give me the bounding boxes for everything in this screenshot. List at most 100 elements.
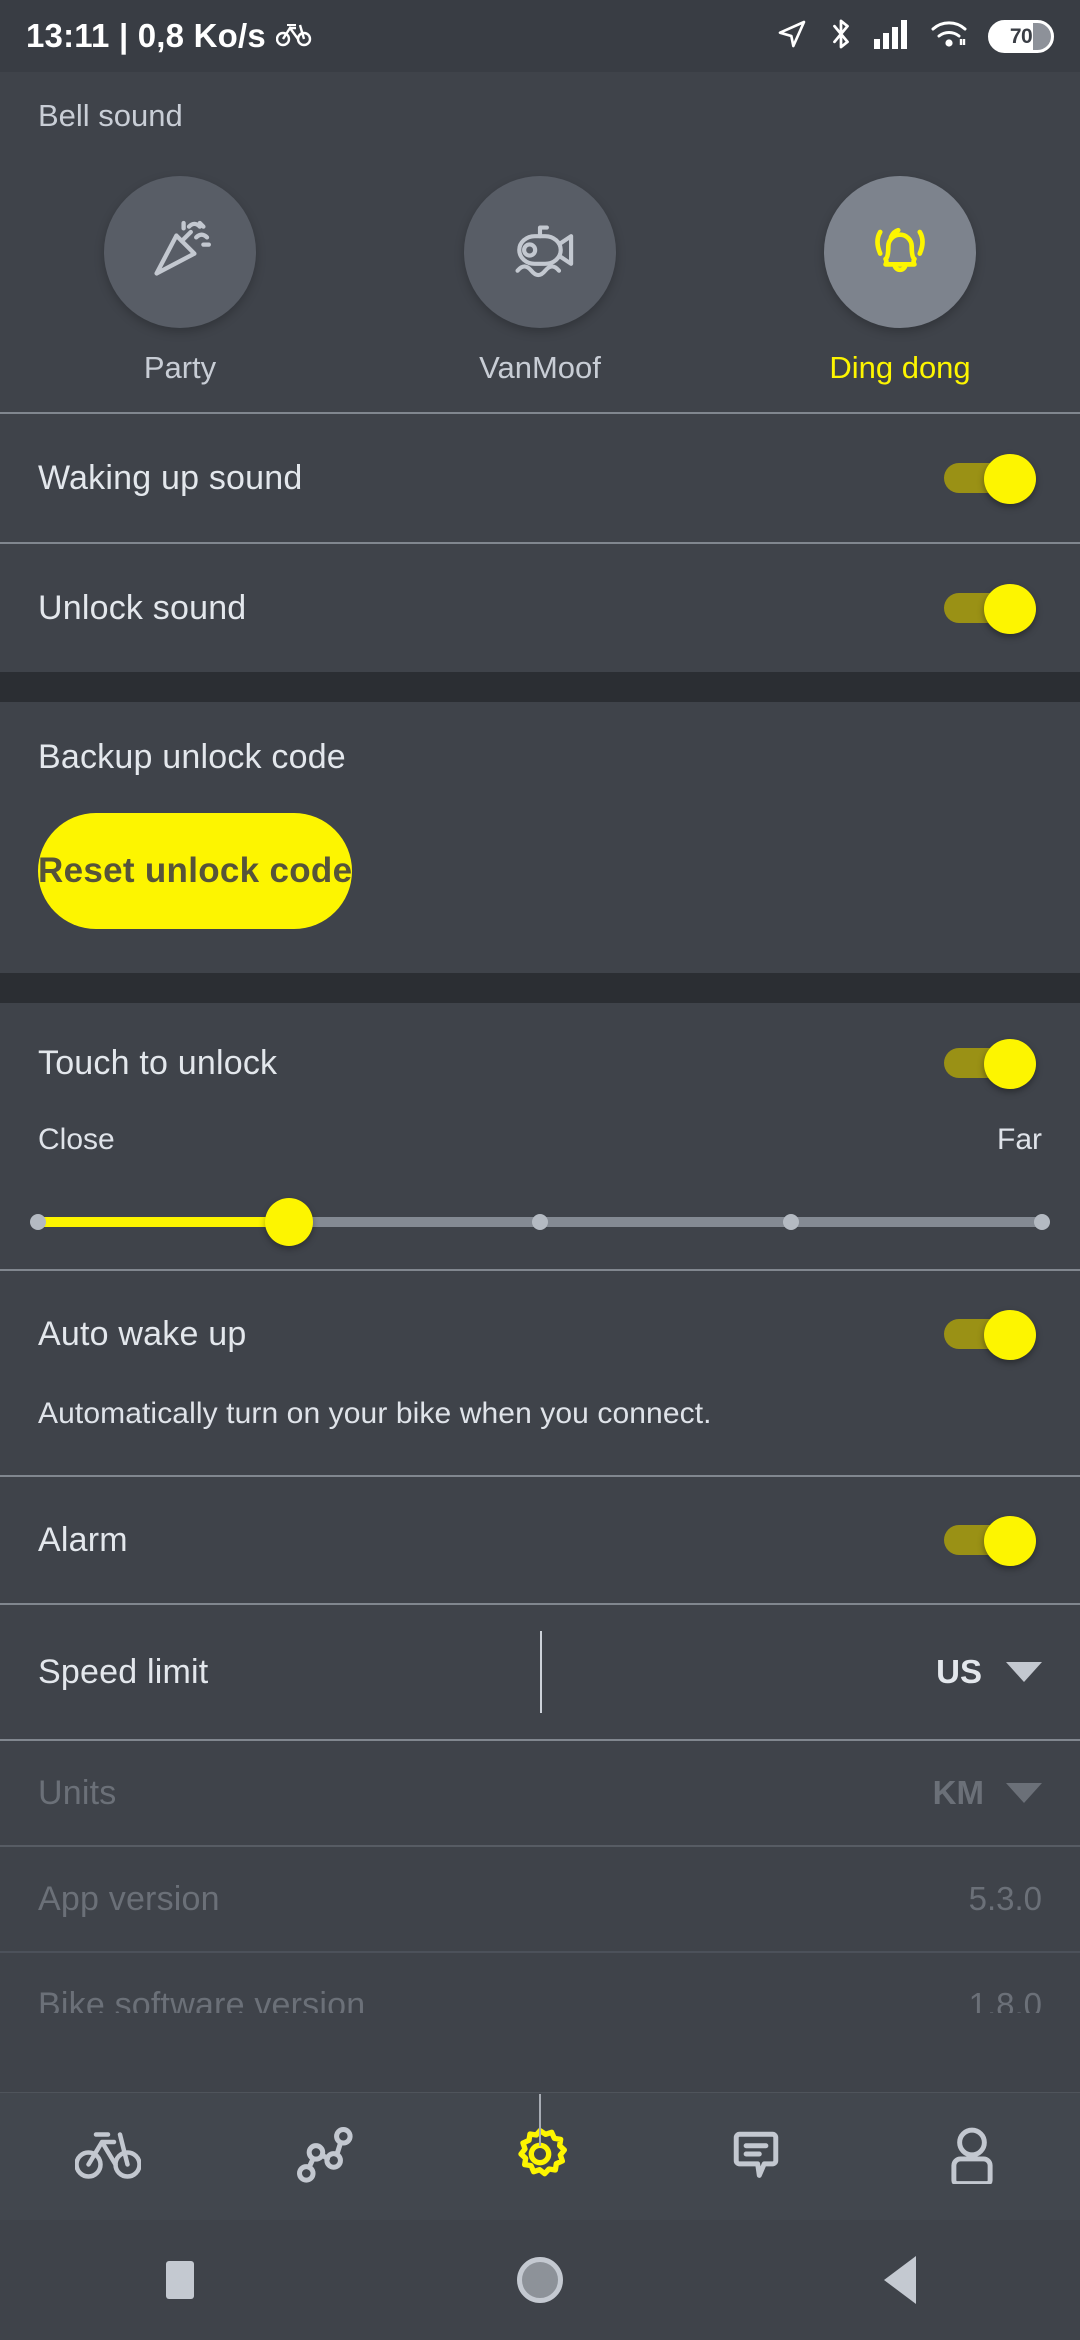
- battery-indicator: 70: [988, 19, 1054, 53]
- speed-limit-divider-line: [540, 1631, 542, 1713]
- bell-sound-section: Bell sound Party VanMoof Ding dong: [0, 72, 1080, 412]
- nav-item-profile[interactable]: [864, 2124, 1080, 2189]
- backup-unlock-section: Backup unlock code Reset unlock code: [0, 702, 1080, 929]
- chat-icon: [728, 2126, 784, 2187]
- chevron-down-icon: [1006, 1662, 1042, 1682]
- party-popper-icon: [144, 214, 216, 291]
- nav-item-settings[interactable]: [432, 2094, 648, 2189]
- slider-tick: [783, 1214, 799, 1230]
- bell-option-party-label: Party: [143, 350, 217, 385]
- units-section: Units KM: [0, 1741, 1080, 1845]
- slider-max-label: Far: [997, 1123, 1042, 1156]
- auto-wake-up-section: Auto wake up Automatically turn on your …: [0, 1271, 1080, 1475]
- alarm-toggle[interactable]: [944, 1516, 1036, 1566]
- bike-software-version-value: 1.8.0: [968, 1986, 1042, 2013]
- back-triangle-icon: [884, 2256, 916, 2304]
- home-button[interactable]: [360, 2257, 720, 2303]
- wifi-icon: [930, 19, 968, 54]
- status-bar: 13:11 | 0,8 Ko/s 70: [0, 0, 1080, 72]
- app-version-value-wrap: 5.3.0: [969, 1880, 1042, 1918]
- sound-settings-section: Waking up sound Unlock sound: [0, 414, 1080, 672]
- auto-wake-up-label: Auto wake up: [38, 1314, 247, 1353]
- speed-limit-section: Speed limit US: [0, 1605, 1080, 1739]
- bell-ringing-icon: [864, 214, 936, 291]
- alarm-section: Alarm: [0, 1477, 1080, 1603]
- touch-to-unlock-toggle[interactable]: [944, 1039, 1036, 1089]
- touch-to-unlock-slider[interactable]: [30, 1198, 1050, 1246]
- bell-option-ding-dong-circle[interactable]: [824, 176, 976, 328]
- nav-active-indicator: [539, 2094, 541, 2146]
- bell-option-vanmoof[interactable]: VanMoof: [360, 176, 720, 386]
- waking-up-sound-toggle[interactable]: [944, 454, 1036, 504]
- status-bar-clock: 13:11 | 0,8 Ko/s: [26, 17, 266, 54]
- slider-end-labels: Close Far: [38, 1123, 1042, 1157]
- home-circle-icon: [517, 2257, 563, 2303]
- recents-button[interactable]: [0, 2261, 360, 2299]
- slider-tick: [1034, 1214, 1050, 1230]
- row-speed-limit[interactable]: Speed limit US: [0, 1605, 1080, 1739]
- row-touch-to-unlock[interactable]: Touch to unlock: [0, 1003, 1080, 1123]
- chevron-down-icon: [1006, 1783, 1042, 1803]
- bell-option-ding-dong[interactable]: Ding dong: [720, 176, 1080, 386]
- route-icon: [295, 2125, 353, 2188]
- bell-sound-options: Party VanMoof Ding dong: [0, 134, 1080, 412]
- bike-software-version-label: Bike software version: [38, 1985, 366, 2014]
- profile-icon: [944, 2124, 1000, 2189]
- nav-item-rides[interactable]: [216, 2125, 432, 2188]
- bell-sound-header: Bell sound: [38, 98, 183, 133]
- nav-item-bike[interactable]: [0, 2128, 216, 2185]
- battery-level-text: 70: [1009, 24, 1033, 48]
- bike-software-version-section: Bike software version 1.8.0: [0, 1953, 1080, 2013]
- touch-to-unlock-label: Touch to unlock: [38, 1043, 278, 1082]
- speed-limit-dropdown[interactable]: US: [936, 1653, 1042, 1691]
- row-auto-wake-up[interactable]: Auto wake up: [0, 1271, 1080, 1397]
- bell-option-vanmoof-circle[interactable]: [464, 176, 616, 328]
- units-dropdown[interactable]: KM: [933, 1774, 1042, 1812]
- speed-limit-value: US: [936, 1653, 982, 1690]
- touch-to-unlock-range: Close Far: [0, 1123, 1080, 1269]
- row-units[interactable]: Units KM: [0, 1741, 1080, 1845]
- android-system-navigation: [0, 2220, 1080, 2340]
- app-version-value: 5.3.0: [968, 1880, 1042, 1917]
- reset-unlock-code-button[interactable]: Reset unlock code: [38, 813, 353, 929]
- row-alarm[interactable]: Alarm: [0, 1477, 1080, 1603]
- slider-min-label: Close: [38, 1123, 115, 1156]
- slider-tick: [30, 1214, 46, 1230]
- waking-up-sound-label: Waking up sound: [38, 458, 303, 497]
- slider-fill: [38, 1217, 289, 1227]
- slider-tick: [532, 1214, 548, 1230]
- bicycle-icon: [74, 2128, 142, 2185]
- unlock-sound-toggle[interactable]: [944, 584, 1036, 634]
- slider-thumb[interactable]: [265, 1198, 313, 1246]
- auto-wake-up-description: Automatically turn on your bike when you…: [38, 1397, 712, 1430]
- row-app-version: App version 5.3.0: [0, 1847, 1080, 1951]
- nav-item-messages[interactable]: [648, 2126, 864, 2187]
- bell-option-ding-dong-label: Ding dong: [829, 350, 971, 385]
- toggle-thumb: [984, 1310, 1036, 1360]
- location-arrow-icon: [776, 18, 808, 55]
- app-version-section: App version 5.3.0: [0, 1847, 1080, 1951]
- bell-option-party[interactable]: Party: [0, 176, 360, 386]
- status-bar-left: 13:11 | 0,8 Ko/s: [26, 17, 312, 55]
- speed-limit-label: Speed limit: [38, 1652, 209, 1691]
- alarm-label: Alarm: [38, 1520, 128, 1559]
- cellular-signal-icon: [874, 19, 910, 54]
- back-button[interactable]: [720, 2256, 1080, 2304]
- submarine-fish-icon: [502, 212, 578, 293]
- bike-software-version-value-wrap: 1.8.0: [969, 1986, 1042, 2013]
- touch-to-unlock-section: Touch to unlock Close Far: [0, 1003, 1080, 1269]
- recents-square-icon: [166, 2261, 194, 2299]
- bell-option-party-circle[interactable]: [104, 176, 256, 328]
- row-waking-up-sound[interactable]: Waking up sound: [0, 414, 1080, 542]
- toggle-thumb: [984, 454, 1036, 504]
- toggle-thumb: [984, 1516, 1036, 1566]
- bluetooth-icon: [828, 17, 854, 56]
- units-label: Units: [38, 1773, 117, 1812]
- section-gap: [0, 973, 1080, 1003]
- toggle-thumb: [984, 584, 1036, 634]
- auto-wake-up-toggle[interactable]: [944, 1310, 1036, 1360]
- bottom-navigation-bar: [0, 2092, 1080, 2220]
- status-bar-right: 70: [776, 17, 1054, 56]
- row-unlock-sound[interactable]: Unlock sound: [0, 544, 1080, 672]
- row-bike-software-version: Bike software version 1.8.0: [0, 1953, 1080, 2014]
